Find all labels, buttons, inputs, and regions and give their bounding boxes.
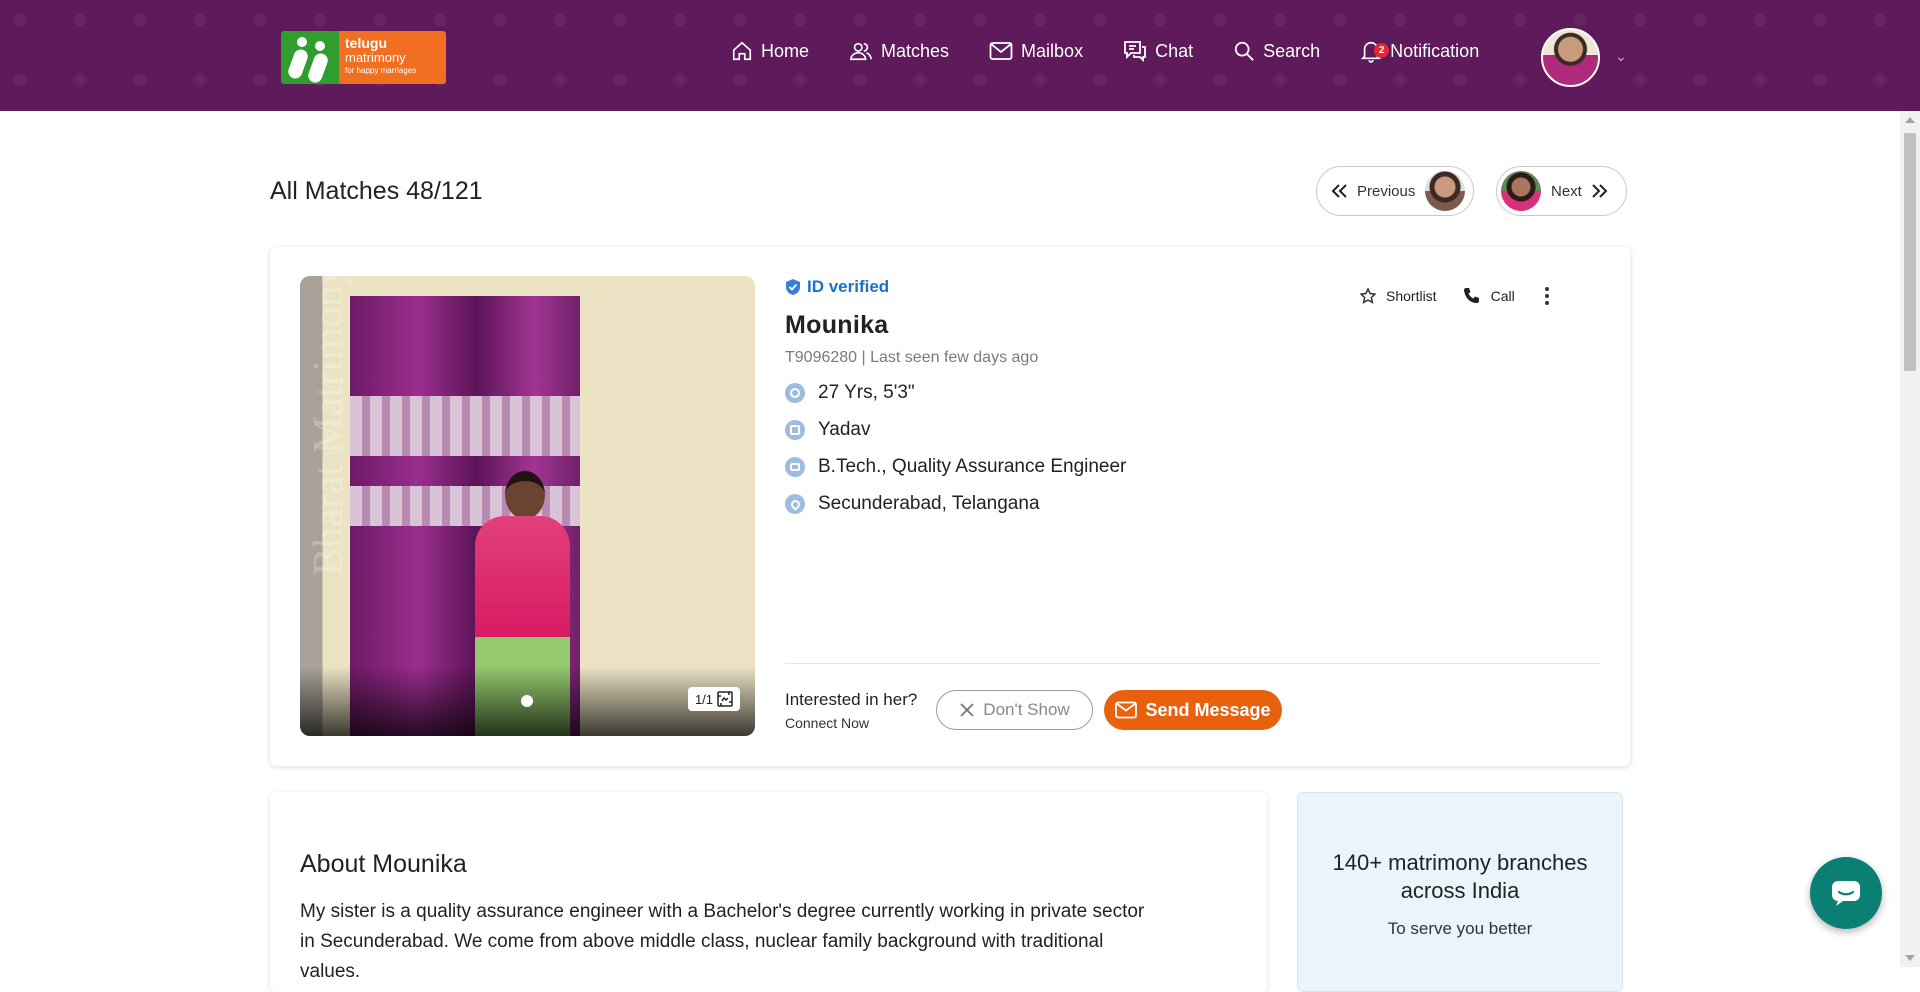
about-section: About Mounika My sister is a quality ass… bbox=[270, 792, 1267, 992]
previous-profile-button[interactable]: Previous bbox=[1316, 166, 1474, 216]
star-icon bbox=[1360, 287, 1376, 304]
call-button[interactable]: Call bbox=[1463, 287, 1515, 305]
dont-show-label: Don't Show bbox=[983, 700, 1070, 719]
branches-subtitle: To serve you better bbox=[1387, 919, 1533, 938]
chat-bubble-icon bbox=[1832, 881, 1860, 906]
branches-banner[interactable]: 140+ matrimony branches across India To … bbox=[1297, 792, 1623, 992]
photo-counter[interactable]: 1/1 bbox=[688, 687, 740, 711]
logo-line2: matrimony bbox=[345, 50, 406, 65]
home-icon bbox=[732, 41, 752, 61]
logo-tagline: for happy marriages bbox=[345, 66, 417, 75]
education-row: B.Tech., Quality Assurance Engineer bbox=[785, 456, 1126, 478]
nav-notification-label: Notification bbox=[1390, 40, 1480, 61]
user-avatar[interactable] bbox=[1541, 28, 1600, 87]
scrollbar-thumb[interactable] bbox=[1904, 133, 1916, 371]
nav-search[interactable]: Search bbox=[1233, 40, 1320, 62]
caste-row: Yadav bbox=[785, 419, 1126, 441]
profile-actions: Shortlist Call bbox=[1360, 285, 1549, 306]
about-title: About Mounika bbox=[300, 850, 467, 878]
id-verified-label: ID verified bbox=[807, 277, 890, 296]
chat-support-button[interactable] bbox=[1810, 857, 1882, 929]
send-message-button[interactable]: Send Message bbox=[1104, 690, 1282, 730]
divider bbox=[785, 663, 1600, 664]
nav-search-label: Search bbox=[1263, 40, 1321, 61]
location-row: Secunderabad, Telangana bbox=[785, 493, 1126, 515]
profile-name: Mounika bbox=[785, 311, 889, 339]
dont-show-button[interactable]: Don't Show bbox=[936, 690, 1093, 730]
shortlist-label: Shortlist bbox=[1386, 287, 1437, 304]
more-options-icon[interactable] bbox=[1544, 285, 1549, 306]
nav-chat[interactable]: Chat bbox=[1123, 40, 1193, 62]
interest-prompt: Interested in her? Connect Now bbox=[785, 690, 917, 731]
call-label: Call bbox=[1490, 287, 1515, 304]
mail-icon bbox=[1115, 701, 1138, 719]
nav-notification[interactable]: 2 Notification bbox=[1360, 39, 1479, 63]
chat-icon bbox=[1124, 41, 1146, 62]
previous-profile-thumbnail bbox=[1425, 171, 1466, 211]
briefcase-icon bbox=[785, 457, 805, 477]
chevron-down-icon[interactable]: ⌄ bbox=[1615, 48, 1627, 65]
age-icon bbox=[785, 383, 805, 403]
shield-check-icon bbox=[786, 279, 800, 295]
nav-home-label: Home bbox=[761, 40, 810, 61]
shortlist-button[interactable]: Shortlist bbox=[1360, 287, 1437, 304]
double-chevron-right-icon bbox=[1592, 184, 1608, 198]
caste-value: Yadav bbox=[818, 419, 871, 440]
page-title: All Matches 48/121 bbox=[270, 177, 483, 205]
education-value: B.Tech., Quality Assurance Engineer bbox=[818, 456, 1127, 477]
profile-card: Bharat Matrimony.com 1/1 ID verified Mou… bbox=[270, 247, 1630, 766]
age-height-value: 27 Yrs, 5'3" bbox=[818, 382, 915, 403]
nav-chat-label: Chat bbox=[1155, 40, 1194, 61]
location-pin-icon bbox=[785, 494, 805, 514]
community-icon bbox=[785, 420, 805, 440]
previous-label: Previous bbox=[1357, 182, 1416, 200]
users-icon bbox=[850, 42, 872, 61]
send-message-label: Send Message bbox=[1145, 699, 1271, 720]
mail-icon bbox=[989, 42, 1013, 60]
about-text: My sister is a quality assurance enginee… bbox=[300, 901, 1145, 982]
profile-photo[interactable]: Bharat Matrimony.com 1/1 bbox=[300, 276, 755, 736]
nav-mailbox-label: Mailbox bbox=[1021, 40, 1084, 61]
location-value: Secunderabad, Telangana bbox=[818, 493, 1040, 514]
interest-question: Interested in her? bbox=[785, 690, 918, 709]
logo-line1: telugu bbox=[345, 35, 387, 51]
next-profile-button[interactable]: Next bbox=[1496, 166, 1627, 216]
notification-count-badge: 2 bbox=[1374, 43, 1390, 58]
next-label: Next bbox=[1551, 182, 1582, 200]
scroll-down-icon[interactable] bbox=[1905, 955, 1915, 961]
interest-subtext: Connect Now bbox=[785, 715, 870, 731]
nav-mailbox[interactable]: Mailbox bbox=[989, 41, 1083, 62]
phone-icon bbox=[1463, 287, 1479, 303]
profile-id-last-seen: T9096280 | Last seen few days ago bbox=[785, 349, 1039, 366]
main-nav: Home Matches Mailbox Chat Search 2 Notif… bbox=[731, 38, 1519, 64]
search-icon bbox=[1234, 41, 1254, 61]
double-chevron-left-icon bbox=[1331, 184, 1347, 198]
photo-carousel-dot[interactable] bbox=[521, 695, 533, 707]
photo-watermark: Bharat Matrimony.com bbox=[306, 276, 352, 576]
scroll-up-icon[interactable] bbox=[1905, 117, 1915, 123]
nav-matches-label: Matches bbox=[881, 40, 950, 61]
next-profile-thumbnail bbox=[1501, 171, 1541, 211]
branches-title: 140+ matrimony branches across India bbox=[1332, 850, 1588, 903]
top-navigation-bar: telugu matrimony for happy marriages Hom… bbox=[0, 0, 1920, 111]
id-verified-badge: ID verified bbox=[785, 277, 1126, 297]
photo-counter-text: 1/1 bbox=[694, 691, 714, 707]
nav-matches[interactable]: Matches bbox=[849, 40, 949, 62]
profile-info: ID verified Mounika T9096280 | Last seen… bbox=[785, 277, 1126, 515]
nav-home[interactable]: Home bbox=[731, 40, 809, 62]
age-height-row: 27 Yrs, 5'3" bbox=[785, 382, 1126, 404]
close-icon bbox=[960, 703, 974, 717]
page-scrollbar[interactable] bbox=[1900, 111, 1920, 967]
telugu-matrimony-logo[interactable]: telugu matrimony for happy marriages bbox=[281, 31, 446, 84]
logo-figure-icon bbox=[281, 31, 339, 84]
gallery-icon bbox=[717, 691, 733, 707]
